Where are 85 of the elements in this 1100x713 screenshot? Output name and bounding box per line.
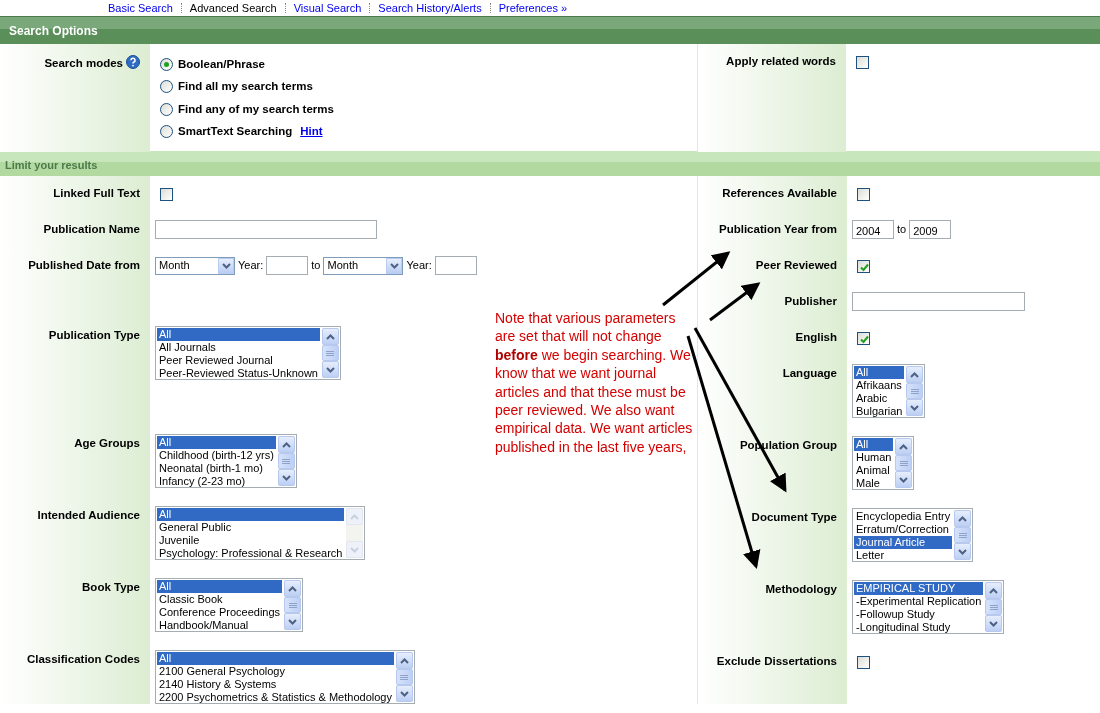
- field-label: Published Date from: [28, 259, 140, 271]
- annotation-note: Note that various parameters are set that will not change before we begin searching. We know that we want journal articles and that these must be peer reviewed. We also want empirical data. We want articles published in the last five years,: [495, 309, 694, 457]
- field-label: Year:: [238, 258, 264, 274]
- section-header: Search Options: [0, 16, 1100, 44]
- list-option[interactable]: Bulgarian: [854, 405, 905, 418]
- list-option[interactable]: General Public: [157, 521, 345, 534]
- list-option[interactable]: All: [157, 652, 394, 665]
- field-label: Publication Name: [43, 223, 140, 235]
- list-option[interactable]: -Followup Study: [854, 608, 984, 621]
- list-option[interactable]: All Journals: [157, 341, 320, 354]
- nav-link[interactable]: Advanced Search: [181, 2, 285, 14]
- list-option[interactable]: Human: [854, 451, 894, 464]
- list-option[interactable]: Infancy (2-23 mo): [157, 475, 276, 488]
- field-label: Publisher: [784, 295, 837, 307]
- list-box[interactable]: All Human Animal Male: [852, 436, 915, 490]
- field-label: Peer Reviewed: [755, 259, 837, 271]
- nav-link[interactable]: Visual Search: [285, 2, 370, 14]
- list-box[interactable]: All Childhood (birth-12 yrs) Neonatal (birth-1 mo) Infancy (2-23 mo): [155, 434, 297, 488]
- list-option[interactable]: -Experimental Replication: [854, 595, 984, 608]
- list-option[interactable]: Handbook/Manual: [157, 619, 283, 632]
- list-box[interactable]: All General Public Juvenile Psychology: Professional & Research: [155, 506, 366, 560]
- year-field[interactable]: 2009: [909, 220, 952, 239]
- option-label[interactable]: Find any of my search terms: [178, 100, 334, 118]
- field-label: Language: [782, 367, 837, 379]
- field-label: Linked Full Text: [53, 187, 140, 199]
- month-dropdown[interactable]: Month: [323, 256, 404, 275]
- hint-link[interactable]: Hint: [300, 123, 323, 141]
- list-option[interactable]: All: [157, 436, 276, 449]
- list-option[interactable]: Encyclopedia Entry: [854, 510, 953, 523]
- list-option[interactable]: EMPIRICAL STUDY: [854, 582, 984, 595]
- list-option[interactable]: Neonatal (birth-1 mo): [157, 462, 276, 475]
- option-label[interactable]: SmartText Searching: [178, 123, 293, 141]
- list-box[interactable]: All Afrikaans Arabic Bulgarian: [852, 364, 926, 418]
- field-label: Age Groups: [74, 437, 140, 449]
- list-option[interactable]: All: [854, 366, 905, 379]
- field-label: English: [795, 331, 837, 343]
- list-option[interactable]: All: [157, 328, 320, 341]
- list-box[interactable]: All Classic Book Conference Proceedings Handbook/Manual: [155, 578, 304, 632]
- list-option[interactable]: 2100 General Psychology: [157, 665, 394, 678]
- list-option[interactable]: 2140 History & Systems: [157, 678, 394, 691]
- list-option[interactable]: All: [854, 438, 894, 451]
- list-option[interactable]: Letter: [854, 549, 953, 562]
- field-label: to: [311, 258, 321, 274]
- list-option[interactable]: Erratum/Correction: [854, 523, 953, 536]
- list-box[interactable]: All All Journals Peer Reviewed Journal Peer-Reviewed Status-Unknown: [155, 326, 341, 380]
- field-label: Year:: [406, 258, 432, 274]
- list-option[interactable]: Peer Reviewed Journal: [157, 354, 320, 367]
- list-option[interactable]: Psychology: Professional & Research: [157, 547, 345, 560]
- list-option[interactable]: Conference Proceedings: [157, 606, 283, 619]
- list-option[interactable]: All: [157, 508, 345, 521]
- nav-link[interactable]: Preferences »: [490, 2, 576, 14]
- list-option[interactable]: Afrikaans: [854, 379, 905, 392]
- nav-link[interactable]: Search History/Alerts: [370, 2, 490, 14]
- list-option[interactable]: 2200 Psychometrics & Statistics & Methodology: [157, 691, 394, 704]
- nav-link[interactable]: Basic Search: [100, 2, 181, 14]
- list-option[interactable]: Arabic: [854, 392, 905, 405]
- month-dropdown[interactable]: Month: [155, 256, 235, 275]
- list-option[interactable]: -Longitudinal Study: [854, 621, 984, 634]
- list-box[interactable]: EMPIRICAL STUDY -Experimental Replication -Followup Study -Longitudinal Study: [852, 580, 1005, 634]
- field-label: Book Type: [82, 581, 140, 593]
- option-label[interactable]: Find all my search terms: [178, 78, 313, 96]
- field-label: Publication Type: [48, 329, 140, 341]
- list-option[interactable]: Classic Book: [157, 593, 283, 606]
- list-option[interactable]: Journal Article: [854, 536, 953, 549]
- field-label: Exclude Dissertations: [716, 655, 837, 667]
- field-label: Apply related words: [726, 55, 836, 67]
- field-label: Search modes: [44, 57, 123, 69]
- field-label: Methodology: [765, 583, 837, 595]
- field-label: Publication Year from: [719, 223, 837, 235]
- field-label: Classification Codes: [26, 653, 140, 665]
- list-option[interactable]: Juvenile: [157, 534, 345, 547]
- field-label: References Available: [722, 187, 837, 199]
- section-header: Limit your results: [0, 151, 1100, 176]
- year-field[interactable]: 2004: [852, 220, 894, 239]
- list-option[interactable]: Male: [854, 477, 894, 490]
- field-label: Intended Audience: [37, 509, 140, 521]
- field-label: to: [897, 222, 907, 238]
- list-option[interactable]: All: [157, 580, 283, 593]
- option-label[interactable]: Boolean/Phrase: [178, 55, 265, 73]
- field-label: Document Type: [751, 511, 837, 523]
- list-option[interactable]: Animal: [854, 464, 894, 477]
- list-box[interactable]: Encyclopedia Entry Erratum/Correction Journal Article Letter: [852, 508, 974, 562]
- list-option[interactable]: Peer-Reviewed Status-Unknown: [157, 367, 320, 380]
- list-box[interactable]: All 2100 General Psychology 2140 History & Systems 2200 Psychometrics & Statistics & Methodology: [155, 650, 415, 704]
- list-option[interactable]: Childhood (birth-12 yrs): [157, 449, 276, 462]
